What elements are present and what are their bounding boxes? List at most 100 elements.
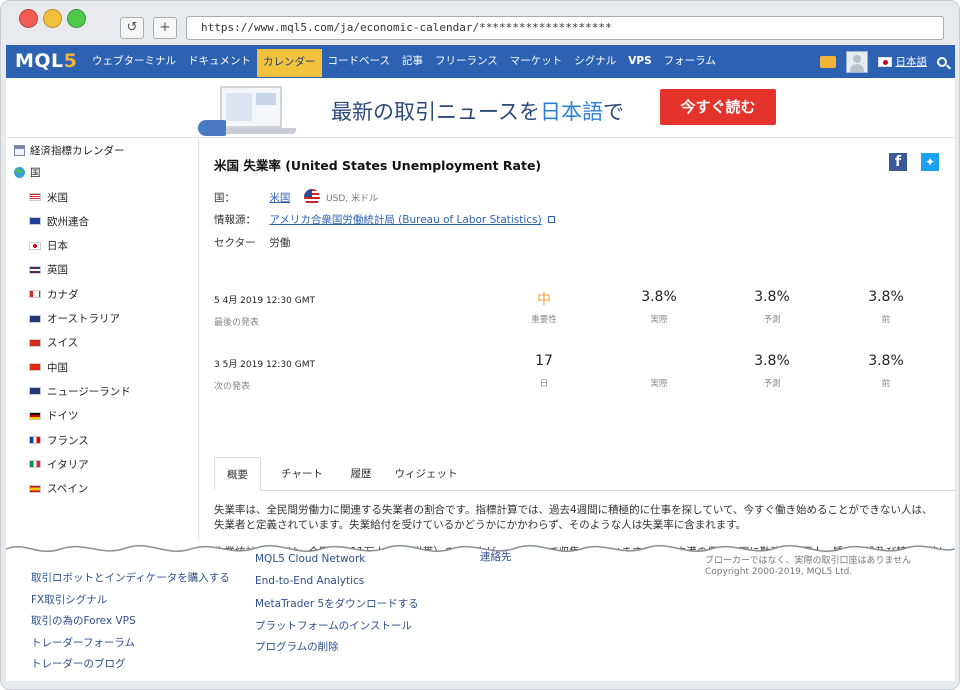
sidebar-item-country[interactable]: オーストラリア [29,311,120,327]
footer-link[interactable]: FX取引シグナル [31,592,230,614]
address-bar[interactable]: https://www.mql5.com/ja/economic-calenda… [186,16,944,40]
footer: 取引ロボットとインディケータを購入する FX取引シグナル 取引の為のForex VP… [6,551,955,681]
page-viewport: MQL5 ウェブターミナル ドキュメント カレンダー コードベース 記事 フリーランス マー… [6,45,955,681]
sidebar-item-country[interactable]: 英国 [29,262,68,278]
next-release-label: 次の発表 [214,382,251,392]
nav-item[interactable]: マーケット [504,45,569,78]
close-window-button[interactable] [19,9,38,28]
search-icon[interactable] [937,56,947,67]
footer-link[interactable]: プログラムの削除 [255,639,419,661]
twitter-icon[interactable]: ✦ [921,153,939,171]
sidebar-item-country[interactable]: ドイツ [29,408,79,424]
currency-label: USD, 米ドル [326,194,378,204]
usd-flag-icon [303,189,320,205]
importance-cell: 中 重要性 [531,292,557,325]
main-content: 米国 失業率 (United States Unemployment Rate)… [214,139,955,558]
nav-item[interactable]: コードベース [322,45,396,78]
nav-item[interactable]: ドキュメント [182,45,257,78]
sidebar-item-country[interactable]: スペイン [29,481,88,497]
sidebar-item-country[interactable]: 中国 [29,359,68,375]
flag-icon [29,241,41,250]
tab-overview[interactable]: 概要 [214,457,261,491]
sidebar-item-country[interactable]: カナダ [29,286,79,302]
minimize-window-button[interactable] [43,9,62,28]
facebook-icon[interactable]: f [889,153,907,171]
footer-column-3: 連絡先 [480,549,512,571]
nav-item[interactable]: シグナル [568,45,622,78]
flag-icon [29,363,41,372]
country-label: イタリア [47,458,89,471]
sidebar-countries-header[interactable]: 国 [14,165,41,180]
sidebar-item-country[interactable]: 日本 [29,238,68,254]
next-actual-cell: 実際 [650,379,668,389]
chat-icon[interactable] [819,55,836,68]
page-title: 米国 失業率 (United States Unemployment Rate) [214,158,542,173]
footer-link[interactable]: 取引ロボットとインディケータを購入する [31,570,230,592]
country-label: 中国 [47,361,68,374]
nav-item[interactable]: VPS [622,45,657,78]
country-label: フランス [47,434,89,447]
footer-link[interactable]: 連絡先 [480,549,512,571]
footer-link[interactable]: MetaTrader 5をダウンロードする [255,596,419,618]
flag-icon [29,193,41,201]
footer-link[interactable]: End-to-End Analytics [255,575,419,597]
tab-widget[interactable]: ウィジェット [390,457,462,491]
nav-item[interactable]: 記事 [396,45,429,78]
flag-icon [29,338,41,347]
new-tab-button[interactable]: + [153,17,177,39]
country-label: 日本 [47,240,68,253]
sidebar-item-country[interactable]: 欧州連合 [29,213,89,229]
flag-icon [29,484,41,493]
source-link[interactable]: アメリカ合衆国労働統計局 (Bureau of Labor Statistics… [269,214,541,226]
footer-copyright: Copyright 2000-2019, MQL5 Ltd. [705,567,853,577]
read-now-button[interactable]: 今すぐ読む [660,89,776,125]
sidebar-item-country[interactable]: イタリア [29,456,89,472]
external-link-icon [548,216,556,223]
forecast-cell: 3.8% 予測 [754,289,790,325]
tab-chart[interactable]: チャート [270,457,334,491]
source-row: 情報源： アメリカ合衆国労働統計局 (Bureau of Labor Stati… [214,212,556,227]
nav-item[interactable]: フォーラム [658,45,722,78]
footer-link[interactable]: 取引の為のForex VPS [31,613,230,635]
mql5-logo[interactable]: MQL5 [15,50,77,72]
next-release-date: 3 5月 2019 12:30 GMT [214,360,315,370]
sidebar-item-country[interactable]: ニュージーランド [29,383,131,399]
content-tabs: 概要 チャート 履歴 ウィジェット [214,457,955,491]
sidebar-item-country[interactable]: 米国 [29,189,68,205]
nav-item[interactable]: ウェブターミナル [86,45,182,78]
maximize-window-button[interactable] [67,9,86,28]
sidebar-item-country[interactable]: フランス [29,432,89,448]
avatar[interactable] [845,50,868,73]
country-label: 英国 [47,264,68,277]
reload-icon[interactable]: ↺ [120,17,144,39]
nav-right: 日本語 [819,45,947,78]
country-label: オーストラリア [47,313,120,325]
footer-link[interactable]: MQL5 Cloud Network [255,553,419,575]
country-label: スペイン [47,483,89,496]
country-label: カナダ [47,288,79,301]
banner-headline: 最新の取引ニュースを日本語で [331,100,624,124]
sidebar-item-country[interactable]: スイス [29,335,78,351]
footer-link[interactable]: プラットフォームのインストール [255,618,419,640]
calendar-icon [14,145,25,156]
nav-item[interactable]: フリーランス [429,45,504,78]
flag-icon [29,265,41,274]
previous-cell: 3.8% 前 [868,289,904,325]
description-paragraph: 失業率は、全民間労働力に関連する失業者の割合です。指標計算では、過去4週間に積極… [214,504,933,531]
flag-icon [29,387,41,396]
nav-item[interactable]: カレンダー [257,49,322,77]
footer-link[interactable]: トレーダーのブログ [31,656,230,678]
sidebar-calendar-link[interactable]: 経済指標カレンダー [14,143,125,158]
country-link[interactable]: 米国 [269,192,290,204]
browser-titlebar: ↺ + https://www.mql5.com/ja/economic-cal… [1,1,959,45]
country-label: スイス [47,337,79,350]
language-selector[interactable]: 日本語 [877,54,928,69]
laptop-illustration [198,82,298,136]
footer-column-2: MQL5 Cloud Network End-to-End Analytics Me… [255,553,419,661]
footer-column-1: 取引ロボットとインディケータを購入する FX取引シグナル 取引の為のForex VP… [31,570,230,681]
actual-cell: 3.8% 実際 [641,289,677,325]
footer-link[interactable]: チャート [31,678,230,682]
footer-link[interactable]: トレーダーフォーラム [31,635,230,657]
tab-history[interactable]: 履歴 [342,457,380,491]
language-label: 日本語 [895,56,928,68]
